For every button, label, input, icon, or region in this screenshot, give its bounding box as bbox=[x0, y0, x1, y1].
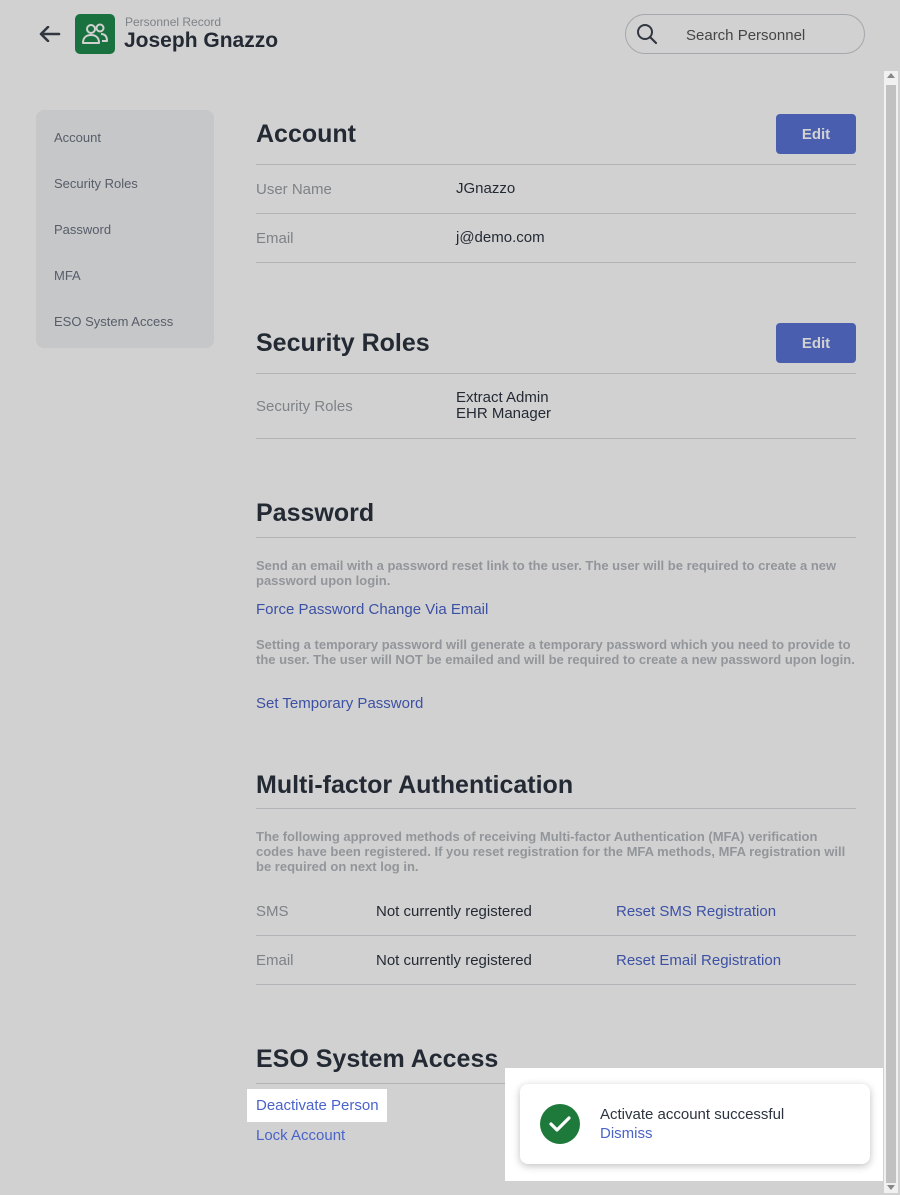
scroll-up-arrow-icon[interactable] bbox=[887, 73, 895, 78]
security-roles-edit-button[interactable]: Edit bbox=[776, 323, 856, 363]
page-title: Joseph Gnazzo bbox=[124, 29, 279, 52]
divider bbox=[256, 213, 856, 214]
eso-section-title: ESO System Access bbox=[256, 1045, 499, 1073]
search-box[interactable] bbox=[625, 14, 865, 54]
nav-item-password[interactable]: Password bbox=[54, 222, 111, 237]
field-value-email: j@demo.com bbox=[456, 229, 545, 246]
page-header: Personnel Record Joseph Gnazzo bbox=[0, 0, 900, 70]
personnel-app-icon bbox=[75, 14, 115, 54]
divider bbox=[256, 373, 856, 374]
nav-item-mfa[interactable]: MFA bbox=[54, 268, 81, 283]
field-label-user-name: User Name bbox=[256, 181, 332, 198]
password-section-title: Password bbox=[256, 499, 375, 527]
lock-account-link[interactable]: Lock Account bbox=[256, 1127, 345, 1144]
record-type-label: Personnel Record bbox=[125, 15, 222, 29]
role-item: EHR Manager bbox=[456, 405, 552, 422]
nav-item-eso-system-access[interactable]: ESO System Access bbox=[54, 314, 173, 329]
nav-item-account[interactable]: Account bbox=[54, 130, 101, 145]
security-roles-section-title: Security Roles bbox=[256, 329, 430, 357]
deactivate-highlight: Deactivate Person bbox=[247, 1089, 387, 1122]
field-label-security-roles: Security Roles bbox=[256, 398, 353, 415]
search-input[interactable] bbox=[686, 24, 856, 46]
vertical-scrollbar[interactable] bbox=[884, 71, 898, 1193]
toast-highlight: Activate account successful Dismiss bbox=[505, 1068, 883, 1181]
account-section-title: Account bbox=[256, 120, 356, 148]
success-check-icon bbox=[540, 1104, 580, 1144]
divider bbox=[256, 262, 856, 263]
divider bbox=[256, 438, 856, 439]
mfa-status: Not currently registered bbox=[376, 903, 532, 920]
toast-message: Activate account successful bbox=[600, 1106, 785, 1123]
force-password-change-link[interactable]: Force Password Change Via Email bbox=[256, 601, 488, 618]
temp-password-description: Setting a temporary password will genera… bbox=[256, 637, 855, 667]
scroll-down-arrow-icon[interactable] bbox=[887, 1185, 895, 1190]
reset-sms-registration-link[interactable]: Reset SMS Registration bbox=[616, 903, 776, 920]
field-value-user-name: JGnazzo bbox=[456, 180, 516, 197]
scrollbar-thumb[interactable] bbox=[886, 85, 896, 1183]
users-icon bbox=[82, 23, 108, 44]
mfa-section-title: Multi-factor Authentication bbox=[256, 771, 574, 799]
arrow-left-icon bbox=[39, 26, 61, 42]
success-toast: Activate account successful Dismiss bbox=[520, 1084, 870, 1164]
mfa-status: Not currently registered bbox=[376, 952, 532, 969]
deactivate-person-link[interactable]: Deactivate Person bbox=[256, 1097, 379, 1114]
field-label-email: Email bbox=[256, 230, 294, 247]
nav-item-security-roles[interactable]: Security Roles bbox=[54, 176, 138, 191]
divider bbox=[256, 808, 856, 809]
reset-email-registration-link[interactable]: Reset Email Registration bbox=[616, 952, 781, 969]
mfa-method-label: Email bbox=[256, 952, 294, 969]
search-icon bbox=[637, 24, 658, 45]
divider bbox=[256, 984, 856, 985]
password-reset-description: Send an email with a password reset link… bbox=[256, 558, 837, 588]
divider bbox=[256, 537, 856, 538]
divider bbox=[256, 935, 856, 936]
set-temporary-password-link[interactable]: Set Temporary Password bbox=[256, 695, 423, 712]
toast-dismiss-link[interactable]: Dismiss bbox=[600, 1125, 653, 1142]
divider bbox=[256, 164, 856, 165]
mfa-method-label: SMS bbox=[256, 903, 289, 920]
mfa-description: The following approved methods of receiv… bbox=[256, 829, 846, 874]
account-edit-button[interactable]: Edit bbox=[776, 114, 856, 154]
section-nav: Account Security Roles Password MFA ESO … bbox=[36, 110, 214, 348]
back-button[interactable] bbox=[36, 22, 64, 46]
role-item: Extract Admin bbox=[456, 389, 549, 406]
